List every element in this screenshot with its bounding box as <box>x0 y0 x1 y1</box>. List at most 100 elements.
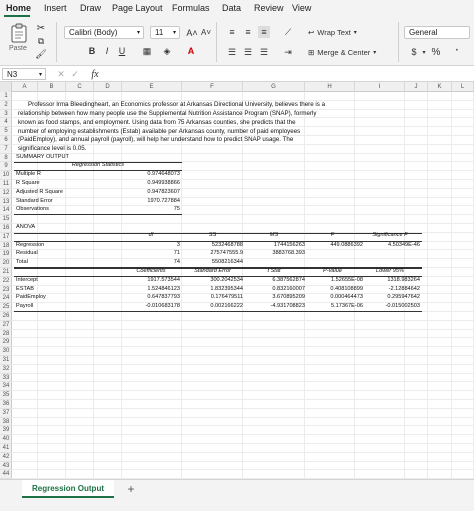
stat-label[interactable]: Observations <box>16 206 49 214</box>
merge-center-button[interactable]: ⊞ Merge & Center ▾ <box>308 46 376 58</box>
row-header-19[interactable]: 19 <box>0 250 12 260</box>
coef-header[interactable]: P-value <box>305 268 360 276</box>
anova-header[interactable]: F <box>305 232 360 240</box>
coef-row-label[interactable]: Intercept <box>16 277 38 285</box>
coef-row-label[interactable]: PaidEmploy <box>16 294 46 302</box>
row-header-32[interactable]: 32 <box>0 365 12 374</box>
bold-button[interactable]: B <box>86 44 98 58</box>
anova-value[interactable]: 71 <box>122 250 180 258</box>
align-left-icon[interactable]: ☰ <box>226 46 238 58</box>
percent-button[interactable]: % <box>430 45 442 59</box>
comma-style-icon[interactable]: ❜ <box>448 45 466 59</box>
align-center-icon[interactable]: ☰ <box>242 46 254 58</box>
anova-value[interactable]: 449.0886392 <box>305 242 363 250</box>
row-header-22[interactable]: 22 <box>0 277 12 286</box>
select-all-corner[interactable] <box>0 82 12 92</box>
row-header-30[interactable]: 30 <box>0 347 12 356</box>
row-header-9[interactable]: 9 <box>0 162 12 172</box>
column-header-g[interactable]: G <box>243 82 305 92</box>
coef-value[interactable]: 0.647837793 <box>122 294 180 302</box>
tab-draw[interactable]: Draw <box>80 3 101 13</box>
tab-data[interactable]: Data <box>222 3 241 13</box>
row-header-16[interactable]: 16 <box>0 224 12 233</box>
coef-header[interactable]: Coefficients <box>122 268 180 276</box>
anova-value[interactable]: 5508216344 <box>182 259 243 267</box>
tab-home[interactable]: Home <box>6 3 31 13</box>
anova-value[interactable]: 3 <box>122 242 180 250</box>
anova-value[interactable]: 4.50349E-46 <box>362 242 420 250</box>
row-header-13[interactable]: 13 <box>0 198 12 207</box>
chevron-down-icon[interactable]: ▾ <box>420 45 428 59</box>
worksheet-grid[interactable]: ABCDEFGHIJKLMNO 123456789101112131415161… <box>0 82 474 482</box>
row-header-7[interactable]: 7 <box>0 145 12 154</box>
font-color-icon[interactable]: A <box>184 44 198 58</box>
description-line[interactable]: known as food stamps, and employment. Us… <box>18 119 296 127</box>
name-box[interactable]: N3 ▾ <box>2 68 46 80</box>
row-header-10[interactable]: 10 <box>0 171 12 180</box>
row-header-41[interactable]: 41 <box>0 444 12 453</box>
cut-icon[interactable]: ✂ <box>36 23 46 34</box>
coef-value[interactable]: 300.2042534 <box>182 277 243 285</box>
description-line[interactable]: (PaidEmploy), and annual payroll (payrol… <box>18 136 293 144</box>
coef-value[interactable]: 1.52655E-08 <box>305 277 363 285</box>
shrink-font-button[interactable]: A˅ <box>200 26 212 39</box>
coef-value[interactable]: 1.832395344 <box>182 286 243 294</box>
row-header-34[interactable]: 34 <box>0 382 12 392</box>
row-header-21[interactable]: 21 <box>0 268 12 277</box>
coef-value[interactable]: 0.832160007 <box>243 286 305 294</box>
coef-value[interactable]: -2.12884642 <box>362 286 420 294</box>
coef-value[interactable]: 1.524846123 <box>122 286 180 294</box>
stat-value[interactable]: 0.974648073 <box>122 171 180 179</box>
anova-row-label[interactable]: Total <box>16 259 28 267</box>
row-header-18[interactable]: 18 <box>0 242 12 251</box>
anova-row-label[interactable]: Regression <box>16 242 44 250</box>
coef-header[interactable]: Lower 95% <box>362 268 418 276</box>
fill-color-icon[interactable]: ◈ <box>160 44 174 58</box>
row-header-3[interactable]: 3 <box>0 110 12 119</box>
coef-row-label[interactable]: ESTAB <box>16 286 34 294</box>
description-line[interactable]: Professor Irma Bleedingheart, an Economi… <box>28 101 325 109</box>
description-line[interactable]: number of employing establishments (Esta… <box>18 128 300 136</box>
row-header-38[interactable]: 38 <box>0 418 12 427</box>
underline-button[interactable]: U <box>116 44 128 58</box>
confirm-icon[interactable]: ✓ <box>70 68 80 80</box>
align-middle-icon[interactable]: ≡ <box>242 26 254 38</box>
anova-value[interactable]: 5232468788 <box>182 242 243 250</box>
row-header-5[interactable]: 5 <box>0 127 12 136</box>
coef-value[interactable]: -0.015002503 <box>362 303 420 311</box>
anova-value[interactable]: 1744156263 <box>243 242 305 250</box>
column-header-b[interactable]: B <box>38 82 66 92</box>
column-header-l[interactable]: L <box>452 82 474 92</box>
summary-output-title[interactable]: SUMMARY OUTPUT <box>16 154 69 162</box>
row-header-44[interactable]: 44 <box>0 470 12 480</box>
anova-title[interactable]: ANOVA <box>16 224 35 232</box>
description-line[interactable]: relationship between how many people use… <box>18 110 317 118</box>
coef-value[interactable]: -4.931708823 <box>243 303 305 311</box>
align-bottom-icon[interactable]: ≡ <box>258 26 270 38</box>
column-header-e[interactable]: E <box>122 82 182 92</box>
row-header-6[interactable]: 6 <box>0 136 12 145</box>
coef-header[interactable]: Standard Error <box>182 268 243 276</box>
tab-page-layout[interactable]: Page Layout <box>112 3 163 13</box>
coef-value[interactable]: 0.002166222 <box>182 303 243 311</box>
currency-button[interactable]: $ <box>408 45 420 59</box>
row-header-11[interactable]: 11 <box>0 180 12 189</box>
anova-header[interactable]: Significance F <box>362 232 418 240</box>
row-header-26[interactable]: 26 <box>0 312 12 321</box>
cancel-icon[interactable]: ✕ <box>56 68 66 80</box>
row-header-2[interactable]: 2 <box>0 101 12 110</box>
coef-value[interactable]: 5.17367E-06 <box>305 303 363 311</box>
coef-value[interactable]: 6.387562874 <box>243 277 305 285</box>
anova-value[interactable]: 3883768.393 <box>243 250 305 258</box>
stat-value[interactable]: 0.947823607 <box>122 189 180 197</box>
row-header-39[interactable]: 39 <box>0 426 12 436</box>
stat-label[interactable]: Standard Error <box>16 198 53 206</box>
font-size-select[interactable]: 11 ▾ <box>150 26 180 39</box>
row-header-25[interactable]: 25 <box>0 303 12 312</box>
tab-insert[interactable]: Insert <box>44 3 67 13</box>
coef-row-label[interactable]: Payroll <box>16 303 33 311</box>
coef-value[interactable]: 0.295947642 <box>362 294 420 302</box>
formula-input[interactable] <box>108 68 470 80</box>
stat-label[interactable]: R Square <box>16 180 40 188</box>
column-header-k[interactable]: K <box>428 82 452 92</box>
